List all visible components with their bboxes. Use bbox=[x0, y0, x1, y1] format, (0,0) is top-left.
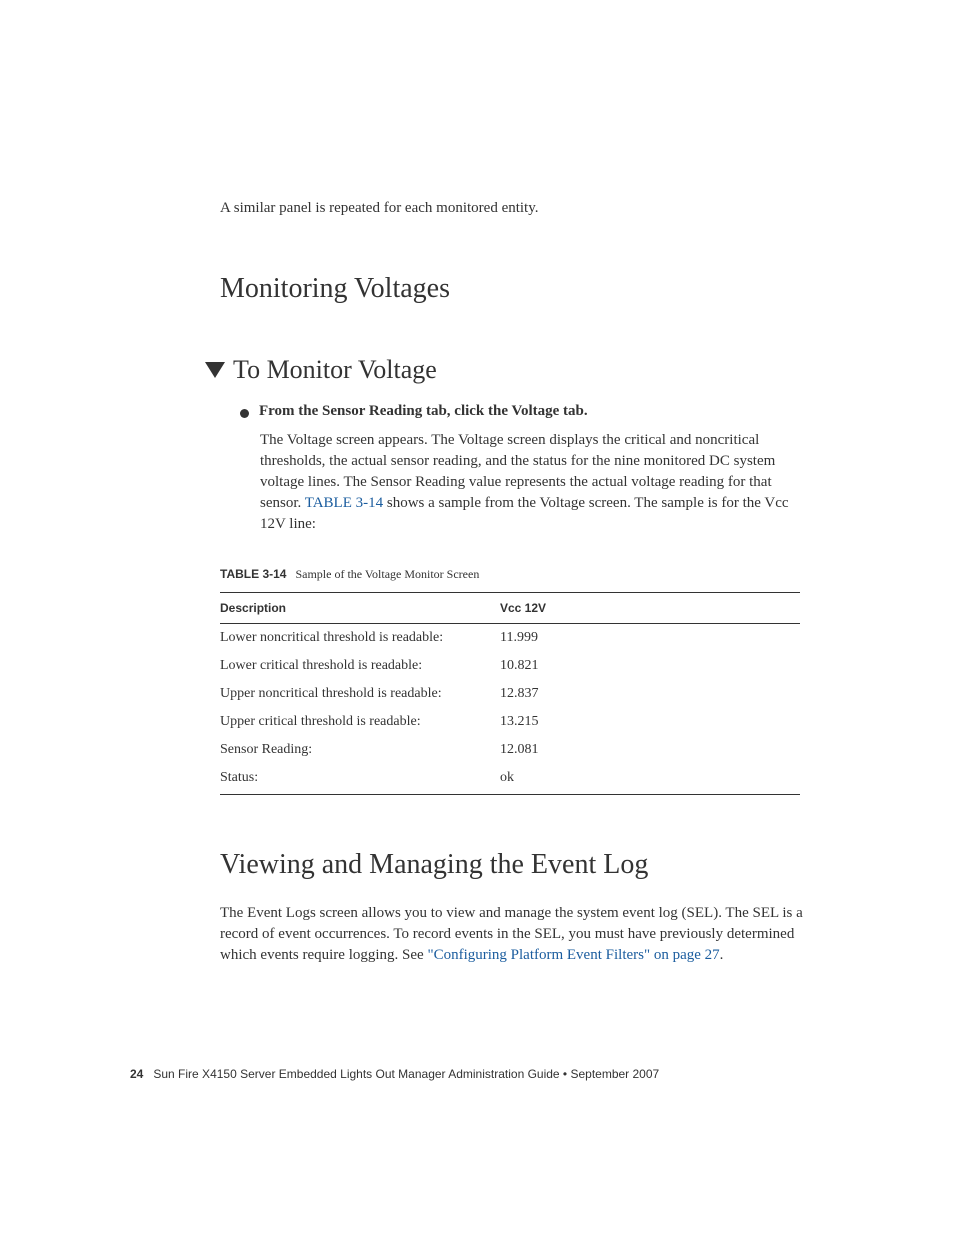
table-cell-val: 12.837 bbox=[500, 680, 800, 708]
subsection-heading-to-monitor-voltage: To Monitor Voltage bbox=[233, 355, 437, 385]
table-header-row: Description Vcc 12V bbox=[220, 593, 800, 624]
intro-paragraph: A similar panel is repeated for each mon… bbox=[220, 200, 804, 217]
table-cell-desc: Upper critical threshold is readable: bbox=[220, 708, 500, 736]
table-row: Status: ok bbox=[220, 764, 800, 795]
table-row: Upper critical threshold is readable: 13… bbox=[220, 708, 800, 736]
cross-reference-link[interactable]: "Configuring Platform Event Filters" on … bbox=[427, 947, 719, 963]
table-header-vcc12v: Vcc 12V bbox=[500, 593, 800, 624]
page-number: 24 bbox=[130, 1067, 143, 1081]
table-row: Sensor Reading: 12.081 bbox=[220, 736, 800, 764]
page-footer: 24 Sun Fire X4150 Server Embedded Lights… bbox=[130, 1067, 659, 1081]
section-heading-event-log: Viewing and Managing the Event Log bbox=[220, 849, 804, 881]
table-cell-val: ok bbox=[500, 764, 800, 795]
table-row: Lower noncritical threshold is readable:… bbox=[220, 624, 800, 653]
table-cell-val: 13.215 bbox=[500, 708, 800, 736]
table-row: Upper noncritical threshold is readable:… bbox=[220, 680, 800, 708]
footer-text: Sun Fire X4150 Server Embedded Lights Ou… bbox=[153, 1067, 659, 1081]
bullet-item: From the Sensor Reading tab, click the V… bbox=[240, 403, 804, 420]
table-row: Lower critical threshold is readable: 10… bbox=[220, 652, 800, 680]
para-text-after: . bbox=[720, 947, 724, 963]
table-cell-val: 12.081 bbox=[500, 736, 800, 764]
table-cell-val: 10.821 bbox=[500, 652, 800, 680]
body-paragraph-event-log: The Event Logs screen allows you to view… bbox=[220, 903, 804, 966]
table-reference-link[interactable]: TABLE 3-14 bbox=[305, 495, 383, 511]
triangle-down-icon bbox=[205, 362, 225, 378]
section-heading-monitoring-voltages: Monitoring Voltages bbox=[220, 273, 804, 305]
table-cell-val: 11.999 bbox=[500, 624, 800, 653]
table-cell-desc: Upper noncritical threshold is readable: bbox=[220, 680, 500, 708]
bullet-text: From the Sensor Reading tab, click the V… bbox=[259, 403, 588, 420]
bullet-icon bbox=[240, 409, 249, 418]
table-caption: TABLE 3-14 Sample of the Voltage Monitor… bbox=[220, 567, 804, 582]
table-cell-desc: Lower noncritical threshold is readable: bbox=[220, 624, 500, 653]
table-cell-desc: Sensor Reading: bbox=[220, 736, 500, 764]
table-cell-desc: Lower critical threshold is readable: bbox=[220, 652, 500, 680]
page-content: A similar panel is repeated for each mon… bbox=[0, 0, 954, 1026]
table-cell-desc: Status: bbox=[220, 764, 500, 795]
voltage-table: Description Vcc 12V Lower noncritical th… bbox=[220, 592, 800, 795]
table-caption-text: Sample of the Voltage Monitor Screen bbox=[295, 567, 479, 581]
subsection-heading-row: To Monitor Voltage bbox=[130, 355, 804, 385]
table-label: TABLE 3-14 bbox=[220, 567, 286, 581]
table-header-description: Description bbox=[220, 593, 500, 624]
body-paragraph-voltage: The Voltage screen appears. The Voltage … bbox=[260, 430, 804, 535]
